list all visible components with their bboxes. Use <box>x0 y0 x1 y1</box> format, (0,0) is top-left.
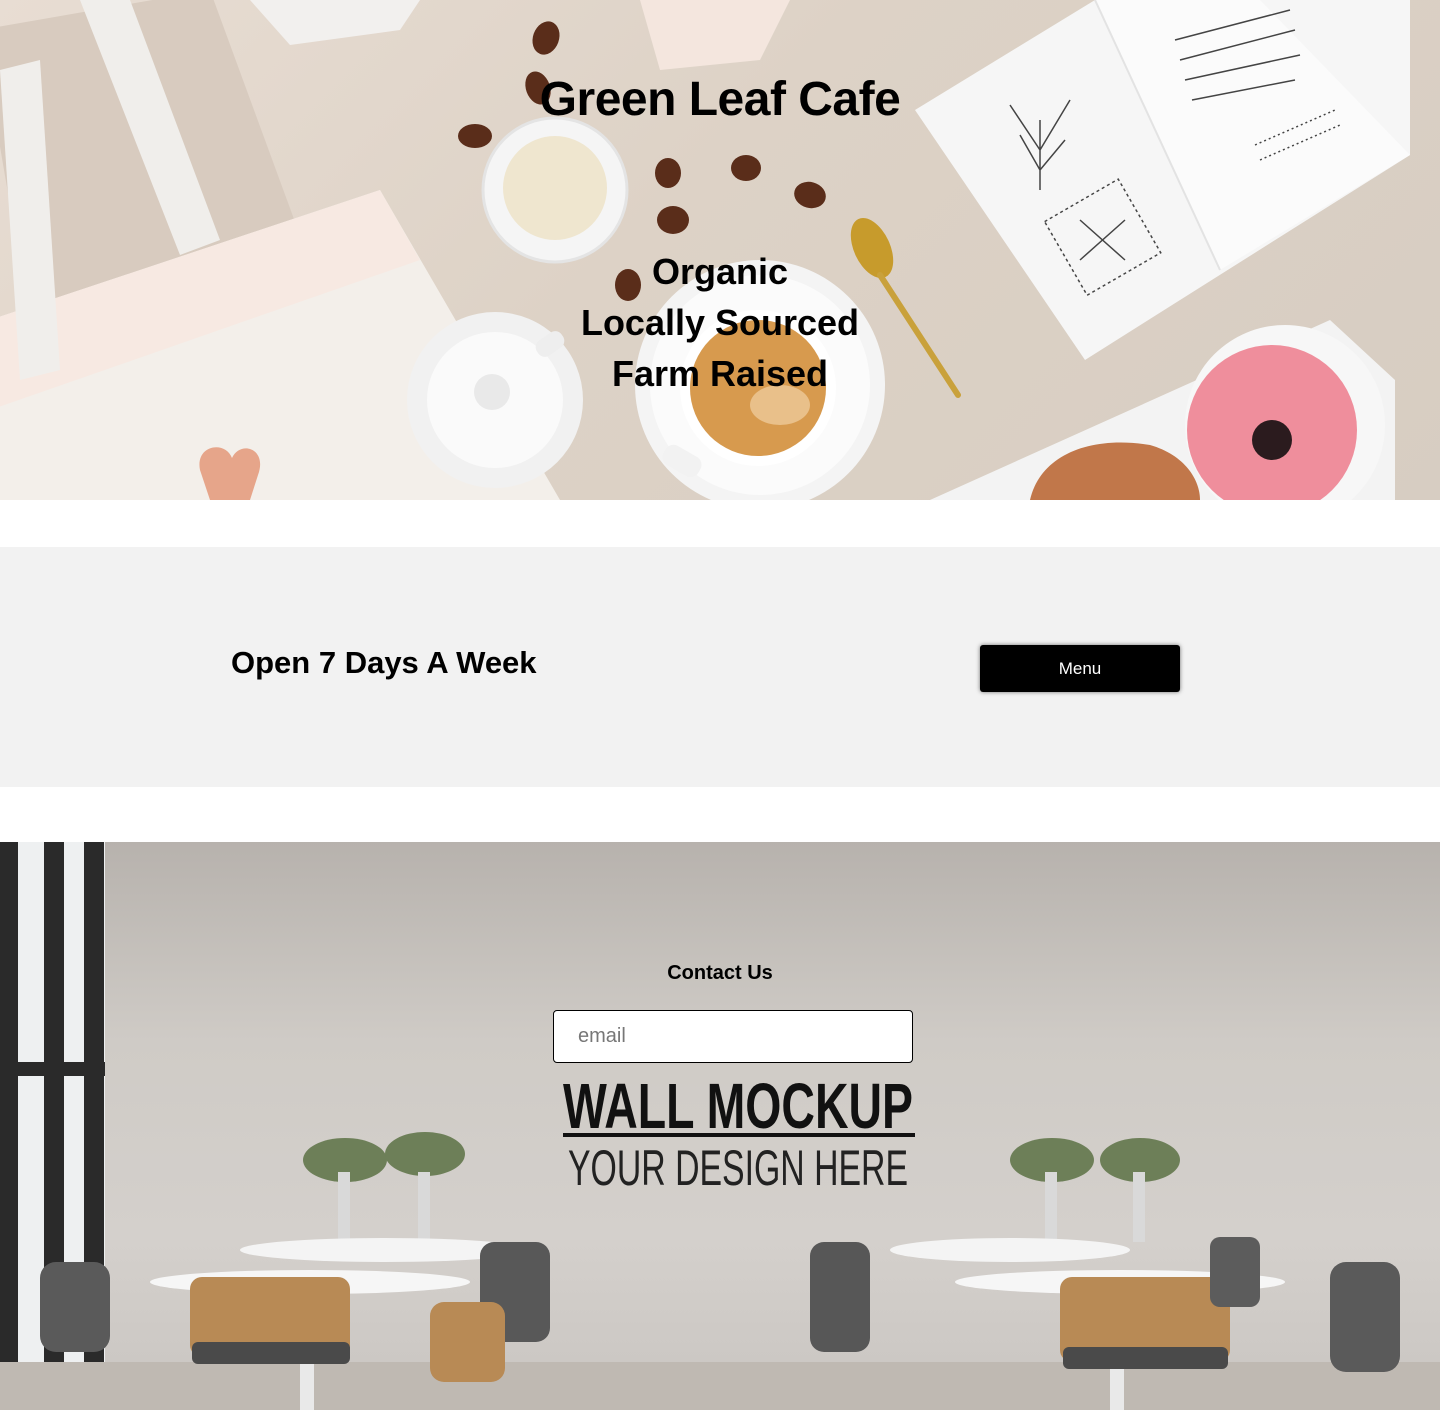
hero-section: Green Leaf Cafe Organic Locally Sourced … <box>0 0 1440 500</box>
contact-heading: Contact Us <box>667 962 773 984</box>
opening-hours-text: Open 7 Days A Week <box>231 645 537 680</box>
site-title: Green Leaf Cafe <box>539 73 901 126</box>
contact-section: WALL MOCKUP YOUR DESIGN HERE Contact Us … <box>0 842 1440 1410</box>
tagline-locally-sourced: Locally Sourced <box>580 302 860 343</box>
cafe-interior-background-image: WALL MOCKUP YOUR DESIGN HERE <box>0 842 1440 1410</box>
wall-sign-line1: WALL MOCKUP <box>563 1070 913 1142</box>
hours-section: Open 7 Days A Week Menu <box>0 547 1440 787</box>
email-field[interactable] <box>553 1010 913 1063</box>
wall-sign-line2: YOUR DESIGN HERE <box>568 1140 908 1196</box>
tagline-organic: Organic <box>651 251 789 292</box>
tagline-farm-raised: Farm Raised <box>611 353 829 394</box>
tagline-list: Organic Locally Sourced Farm Raised <box>0 246 1440 399</box>
menu-button[interactable]: Menu <box>980 645 1180 692</box>
chairs-illustration <box>40 1237 1400 1382</box>
creamer-jug-illustration <box>481 116 629 264</box>
wall-mockup-sign: WALL MOCKUP YOUR DESIGN HERE <box>563 1070 915 1196</box>
